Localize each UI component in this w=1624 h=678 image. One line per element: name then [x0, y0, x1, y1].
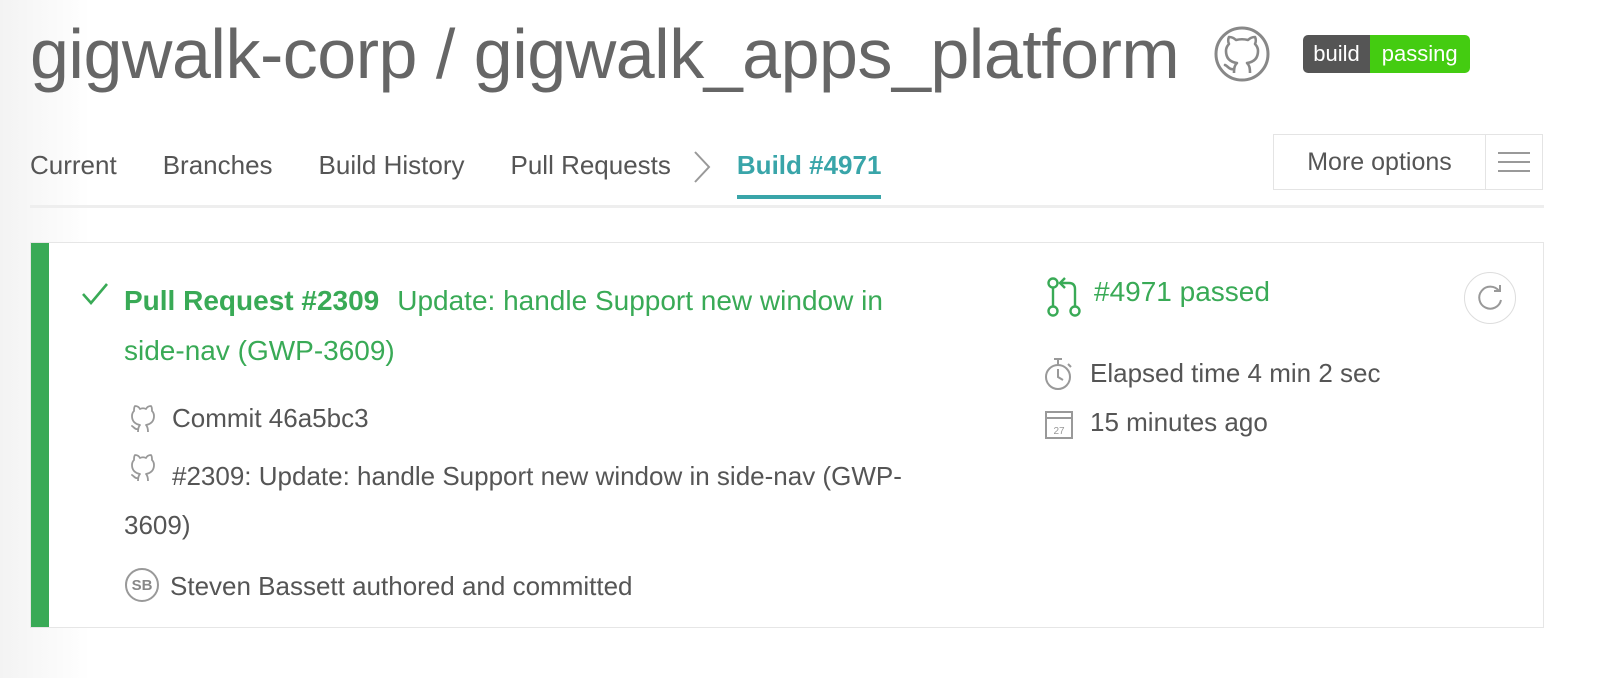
calendar-day: 27	[1053, 426, 1065, 437]
author-line: Steven Bassett authored and committed	[170, 571, 633, 601]
tab-pull-requests[interactable]: Pull Requests	[510, 150, 670, 181]
hamburger-menu-icon[interactable]	[1486, 135, 1542, 189]
status-stripe	[31, 243, 49, 627]
repo-title[interactable]: gigwalk-corp / gigwalk_apps_platform	[30, 19, 1180, 89]
pull-request-title[interactable]: Pull Request #2309 Update: handle Support…	[124, 276, 944, 376]
commit-message: #2309: Update: handle Support new window…	[124, 461, 902, 540]
chevron-right-icon	[693, 150, 711, 184]
github-commit-icon	[131, 405, 155, 433]
restart-build-button[interactable]	[1464, 272, 1516, 324]
build-status-badge[interactable]: build passing	[1303, 34, 1470, 73]
tab-branches[interactable]: Branches	[163, 150, 273, 181]
pull-request-icon	[1047, 277, 1081, 317]
refresh-icon	[1478, 285, 1502, 310]
repo-header: gigwalk-corp / gigwalk_apps_platform bui…	[30, 6, 1470, 101]
stopwatch-icon	[1045, 358, 1072, 390]
pull-request-number[interactable]: Pull Request #2309	[124, 285, 379, 316]
check-icon	[82, 283, 108, 305]
elapsed-time: Elapsed time 4 min 2 sec	[1090, 358, 1381, 388]
badge-label: build	[1303, 34, 1370, 73]
tab-build-current[interactable]: Build #4971	[736, 150, 882, 199]
tab-build-history[interactable]: Build History	[319, 150, 465, 181]
avatar: SB	[125, 568, 159, 602]
more-options-label: More options	[1274, 135, 1486, 189]
tab-current[interactable]: Current	[30, 150, 117, 181]
more-options-button[interactable]: More options	[1273, 134, 1543, 190]
badge-status: passing	[1369, 34, 1470, 73]
github-icon[interactable]	[1213, 25, 1271, 83]
build-number-status[interactable]: #4971 passed	[1094, 276, 1270, 308]
finished-time: 15 minutes ago	[1090, 407, 1268, 437]
repo-tabs: Current Branches Build History Pull Requ…	[30, 150, 927, 199]
calendar-icon: 27	[1045, 411, 1073, 439]
commit-link[interactable]: Commit 46a5bc3	[172, 403, 369, 434]
tabs-divider	[30, 205, 1544, 208]
